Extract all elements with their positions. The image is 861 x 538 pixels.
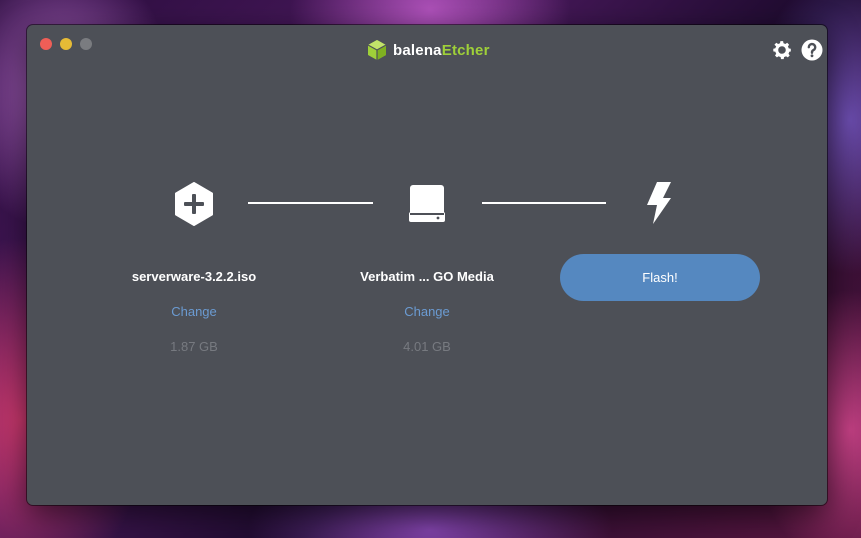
- app-logo: balenaEtcher: [366, 39, 490, 61]
- drive-name: Verbatim ... GO Media: [360, 269, 494, 284]
- balena-cube-icon: [367, 40, 387, 60]
- image-size: 1.87 GB: [170, 339, 218, 354]
- step-connector-2: [482, 202, 606, 204]
- app-name: balenaEtcher: [393, 42, 490, 59]
- drive-size: 4.01 GB: [403, 339, 451, 354]
- drive-icon[interactable]: [407, 182, 447, 224]
- change-image-link[interactable]: Change: [84, 304, 304, 319]
- maximize-window-button[interactable]: [80, 38, 92, 50]
- etcher-window: balenaEtcher serverware-3.2.2.iso Change…: [27, 25, 827, 505]
- image-filename: serverware-3.2.2.iso: [131, 269, 257, 284]
- plus-hexagon-icon[interactable]: [174, 182, 214, 226]
- help-icon[interactable]: [800, 38, 824, 62]
- step-connector-1: [248, 202, 373, 204]
- close-window-button[interactable]: [40, 38, 52, 50]
- minimize-window-button[interactable]: [60, 38, 72, 50]
- app-name-suffix: Etcher: [441, 41, 490, 59]
- app-name-prefix: balena: [393, 41, 442, 59]
- change-drive-link[interactable]: Change: [317, 304, 537, 319]
- lightning-bolt-icon: [647, 182, 671, 224]
- flash-button[interactable]: Flash!: [560, 254, 760, 301]
- gear-icon[interactable]: [770, 38, 794, 62]
